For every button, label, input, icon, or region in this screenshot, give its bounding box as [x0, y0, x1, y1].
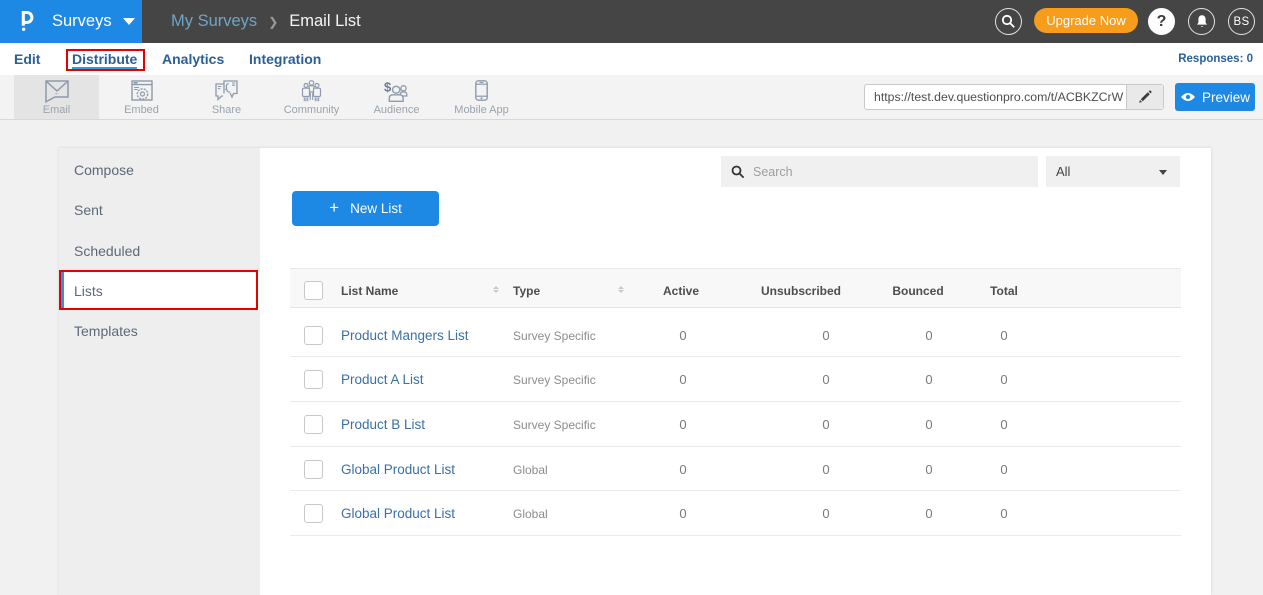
svg-text:$: $	[384, 80, 392, 95]
